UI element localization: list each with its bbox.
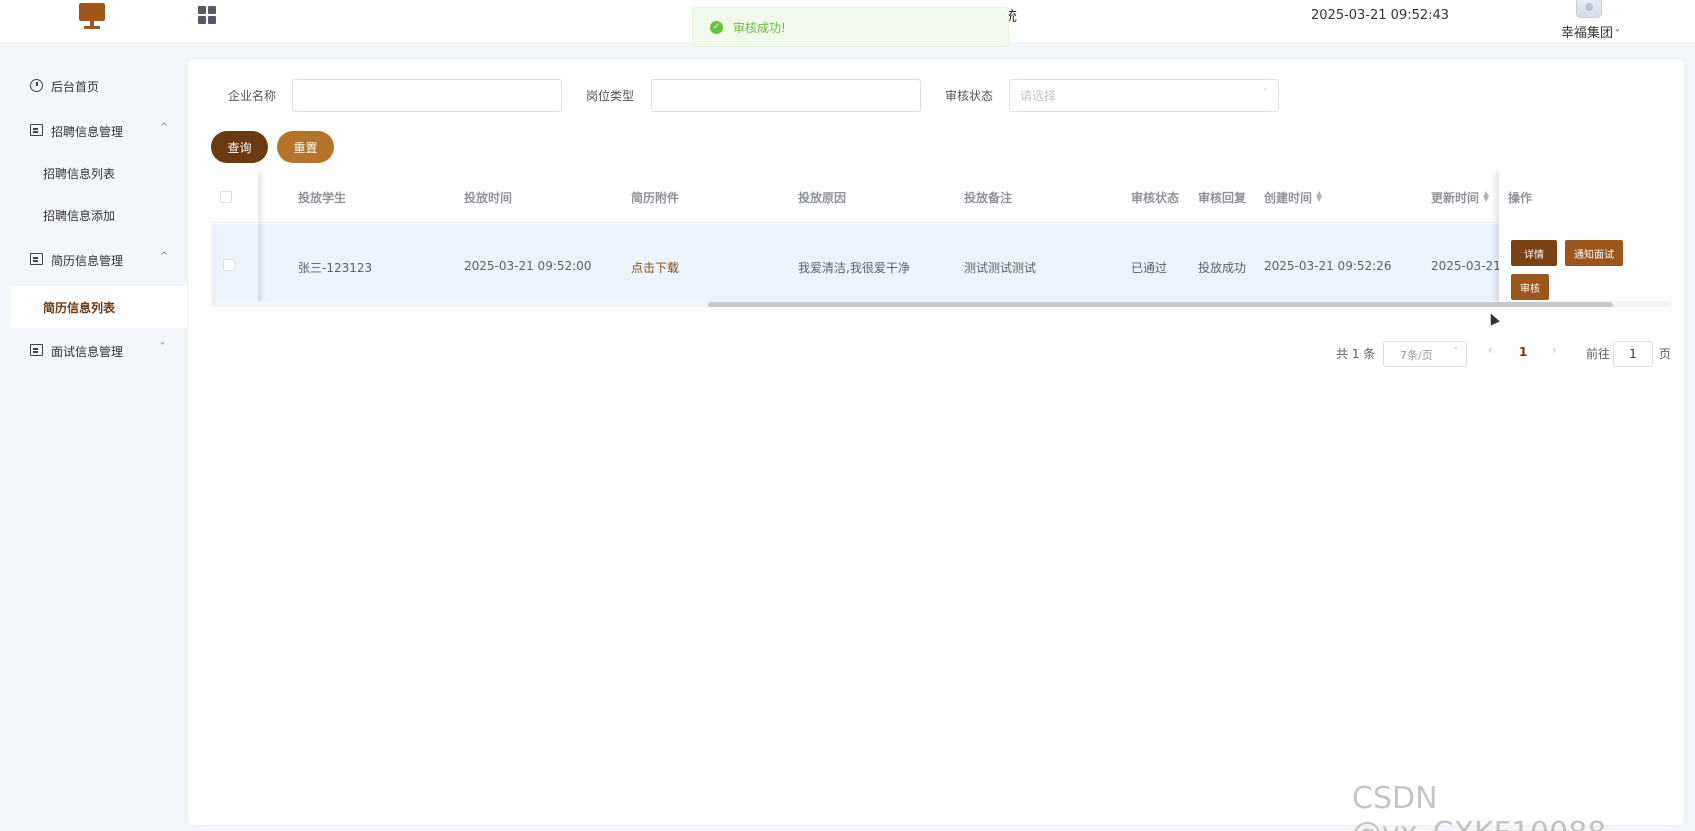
table-horizontal-scrollbar[interactable] — [211, 301, 1671, 307]
column-header-reply: 审核回复 — [1198, 191, 1247, 205]
user-menu[interactable]: 幸福集团 ˅ — [1561, 22, 1620, 41]
sidebar-subitem-recruitment-add[interactable]: 招聘信息添加 — [10, 194, 187, 236]
status-filter-select[interactable]: 请选择 ˅ — [1009, 79, 1279, 112]
cell-remark: 测试测试测试 — [964, 261, 1037, 275]
watermark-text: CSDN @vx_CXKF10088 — [1352, 781, 1606, 831]
status-select-placeholder: 请选择 — [1020, 89, 1057, 103]
cell-reply: 投放成功 — [1198, 261, 1247, 275]
column-header-updated[interactable]: 更新时间 ▲ ▼ — [1431, 189, 1489, 206]
sidebar-subitem-label: 招聘信息列表 — [43, 167, 116, 181]
chevron-down-icon: ˅ — [1263, 88, 1268, 99]
cell-delivery-time: 2025-03-21 09:52:00 — [464, 259, 592, 273]
apps-grid-icon[interactable] — [198, 6, 216, 24]
column-header-attachment: 简历附件 — [631, 191, 680, 205]
chevron-down-icon: ˅ — [160, 342, 165, 353]
company-filter-input[interactable] — [292, 79, 562, 112]
actions-cell: 详情 通知面试 审核 — [1499, 224, 1671, 307]
notify-interview-button[interactable]: 通知面试 — [1565, 240, 1623, 266]
clock-icon — [30, 79, 43, 92]
next-page-icon[interactable]: › — [1552, 343, 1557, 357]
goto-label: 前往 — [1586, 347, 1611, 361]
sidebar-subitem-recruitment-list[interactable]: 招聘信息列表 — [10, 152, 187, 194]
column-header-label: 创建时间 — [1264, 191, 1313, 205]
sidebar-item-label: 简历信息管理 — [51, 254, 124, 268]
user-name-label: 幸福集团 — [1561, 26, 1614, 41]
page-number-current[interactable]: 1 — [1519, 345, 1527, 359]
sidebar-item-label: 面试信息管理 — [51, 345, 124, 359]
detail-button[interactable]: 详情 — [1511, 240, 1557, 266]
sidebar-item-dashboard[interactable]: 后台首页 — [0, 65, 187, 107]
cell-reason: 我爱清洁,我很爱干净 — [798, 261, 910, 275]
chevron-up-icon: ^ — [160, 122, 169, 133]
fixed-left-column-shadow — [211, 171, 258, 307]
card-icon — [30, 253, 43, 265]
cell-created: 2025-03-21 09:52:26 — [1264, 259, 1392, 273]
scrollbar-thumb[interactable] — [708, 302, 1613, 307]
sort-icon[interactable]: ▲ ▼ — [1483, 190, 1489, 203]
user-avatar[interactable] — [1576, 0, 1602, 18]
chevron-up-icon: ^ — [160, 251, 169, 262]
sidebar-subitem-resume-list[interactable]: 简历信息列表 — [10, 286, 187, 328]
sidebar-subitem-label: 招聘信息添加 — [43, 209, 116, 223]
page-size-value: 7条/页 — [1400, 349, 1433, 362]
sidebar-item-label: 后台首页 — [51, 80, 100, 94]
resume-table: 投放学生 投放时间 简历附件 投放原因 投放备注 审核状态 审核回复 创建时间 ▲… — [211, 171, 1671, 307]
goto-page-input[interactable] — [1613, 341, 1653, 367]
sidebar-item-resume[interactable]: 简历信息管理 ^ — [0, 239, 187, 281]
column-header-delivery-time: 投放时间 — [464, 191, 513, 205]
column-header-actions: 操作 — [1508, 191, 1533, 205]
column-header-label: 更新时间 — [1431, 191, 1480, 205]
chevron-down-icon: ˅ — [1453, 347, 1459, 357]
position-filter-input[interactable] — [651, 79, 921, 112]
main-panel: 企业名称 岗位类型 审核状态 请选择 ˅ 查询 重置 投放学生 投放时间 简历附… — [187, 58, 1685, 826]
status-filter-label: 审核状态 — [945, 89, 994, 103]
cell-status: 已通过 — [1131, 261, 1168, 275]
download-attachment-link[interactable]: 点击下载 — [631, 259, 679, 276]
success-toast: ✓ 审核成功! — [692, 7, 1009, 47]
check-circle-icon: ✓ — [710, 21, 723, 34]
cell-student: 张三-123123 — [298, 261, 373, 275]
card-icon — [30, 124, 43, 136]
table-header: 投放学生 投放时间 简历附件 投放原因 投放备注 审核状态 审核回复 创建时间 ▲… — [211, 171, 1671, 223]
page-size-select[interactable]: 7条/页 ˅ — [1383, 341, 1467, 367]
toast-message: 审核成功! — [733, 21, 786, 35]
card-icon — [30, 344, 43, 356]
review-button[interactable]: 审核 — [1511, 274, 1549, 300]
column-header-reason: 投放原因 — [798, 191, 847, 205]
position-filter-label: 岗位类型 — [586, 89, 635, 103]
sidebar-item-interview[interactable]: 面试信息管理 ˅ — [0, 330, 187, 372]
column-header-status: 审核状态 — [1131, 191, 1180, 205]
page-suffix-label: 页 — [1659, 347, 1672, 361]
query-button[interactable]: 查询 — [211, 131, 268, 163]
column-header-created[interactable]: 创建时间 ▲ ▼ — [1264, 189, 1322, 206]
sidebar-item-label: 招聘信息管理 — [51, 125, 124, 139]
sidebar-item-recruitment[interactable]: 招聘信息管理 ^ — [0, 110, 187, 152]
sidebar: 后台首页 招聘信息管理 ^ 招聘信息列表 招聘信息添加 简历信息管理 ^ 简历信… — [0, 42, 187, 831]
company-filter-label: 企业名称 — [228, 89, 277, 103]
pagination-total: 共 1 条 — [1336, 347, 1376, 361]
column-header-remark: 投放备注 — [964, 191, 1013, 205]
sort-icon[interactable]: ▲ ▼ — [1316, 190, 1322, 203]
sidebar-subitem-label: 简历信息列表 — [43, 301, 116, 315]
header-datetime: 2025-03-21 09:52:43 — [1311, 8, 1450, 23]
monitor-logo-icon — [79, 3, 105, 29]
table-row: 张三-123123 2025-03-21 09:52:00 点击下载 我爱清洁,… — [211, 224, 1671, 307]
reset-button[interactable]: 重置 — [277, 131, 334, 163]
prev-page-icon[interactable]: ‹ — [1488, 343, 1493, 357]
chevron-down-icon: ˅ — [1615, 29, 1621, 40]
fixed-actions-column: 操作 详情 通知面试 审核 — [1499, 171, 1671, 307]
column-header-student: 投放学生 — [298, 191, 347, 205]
